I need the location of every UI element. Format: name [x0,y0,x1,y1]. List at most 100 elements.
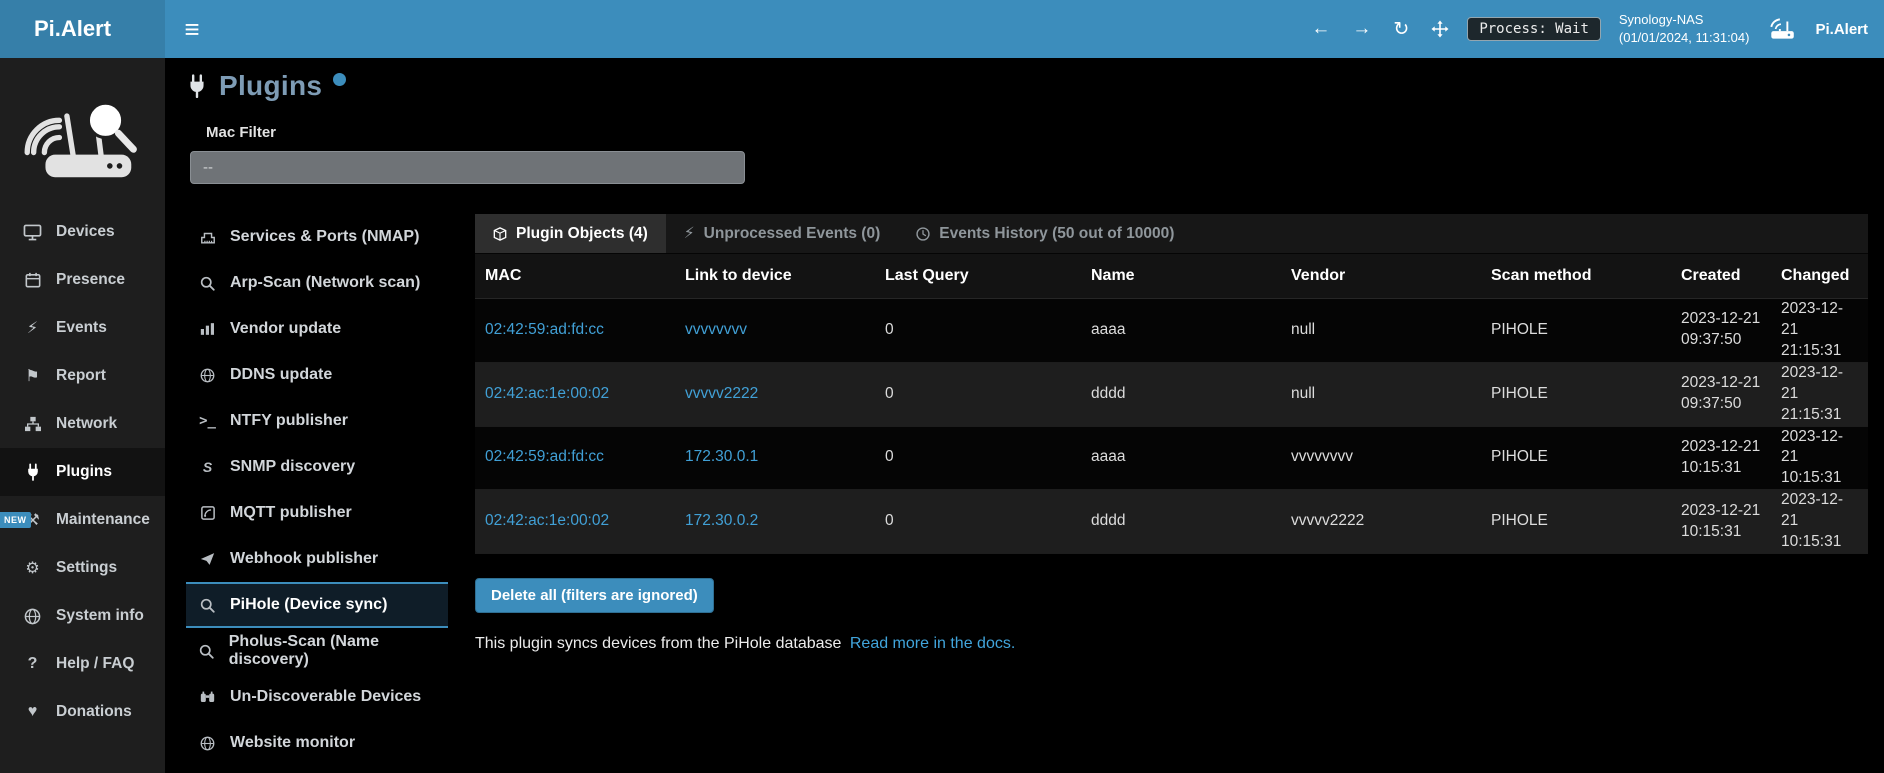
device-link[interactable]: 172.30.0.2 [685,511,758,532]
name-cell: aaaa [1081,299,1281,362]
plugin-item-label: Arp-Scan (Network scan) [230,274,420,292]
plugin-item-label: SNMP discovery [230,458,355,476]
sidebar-item-help-faq[interactable]: ? Help / FAQ [0,640,165,688]
binoculars-icon [198,691,217,703]
top-bar: Pi.Alert ≡ ← → ↻ Process: Wait Synology-… [0,0,1884,58]
mac-link[interactable]: 02:42:ac:1e:00:02 [485,511,609,532]
search-icon [198,644,216,659]
plugin-item-ntfy-publisher[interactable]: >_ NTFY publisher [186,398,448,444]
name-cell: dddd [1081,363,1281,426]
sidebar-item-label: Devices [56,223,115,241]
last-query-cell: 0 [875,299,1081,362]
plugin-item-pihole[interactable]: PiHole (Device sync) [186,582,448,628]
forward-arrow-icon[interactable]: → [1352,18,1371,40]
tab-bar: Plugin Objects (4) ⚡ Unprocessed Events … [475,214,1868,254]
scan-method-cell: PIHOLE [1481,363,1671,426]
nas-info: Synology-NAS (01/01/2024, 11:31:04) [1619,11,1750,46]
plugin-item-website-monitor[interactable]: Website monitor [186,720,448,766]
plugin-item-pholus-scan[interactable]: Pholus-Scan (Name discovery) [186,628,448,674]
plug-icon [22,463,43,481]
sidebar-item-label: Report [56,367,106,385]
plugin-item-webhook-publisher[interactable]: Webhook publisher [186,536,448,582]
last-query-cell: 0 [875,363,1081,426]
paper-plane-icon [198,552,217,566]
tab-events-history[interactable]: Events History (50 out of 10000) [898,214,1192,253]
docs-link[interactable]: Read more in the docs. [850,635,1015,652]
mac-filter-input[interactable] [190,151,745,184]
sidebar-item-system-info[interactable]: System info [0,592,165,640]
mqtt-icon [198,506,217,520]
plugin-description: This plugin syncs devices from the PiHol… [475,635,1868,653]
bar-chart-icon [198,322,217,336]
plugin-item-snmp-discovery[interactable]: S SNMP discovery [186,444,448,490]
plugin-item-mqtt-publisher[interactable]: MQTT publisher [186,490,448,536]
nav-icons: ← → ↻ [1311,18,1449,41]
plugin-item-ddns-update[interactable]: DDNS update [186,352,448,398]
device-link[interactable]: vvvvv2222 [685,384,758,405]
name-cell: dddd [1081,490,1281,553]
vendor-cell: null [1281,363,1481,426]
tab-plugin-objects[interactable]: Plugin Objects (4) [475,214,666,253]
changed-cell: 2023-12-21 21:15:31 [1771,363,1868,426]
table-body: 02:42:59:ad:fd:cc vvvvvvvv 0 aaaa null P… [475,299,1868,554]
back-arrow-icon[interactable]: ← [1311,18,1330,40]
refresh-icon[interactable]: ↻ [1393,18,1409,41]
plugin-item-undiscoverable-devices[interactable]: Un-Discoverable Devices [186,674,448,720]
plugin-item-arp-scan[interactable]: Arp-Scan (Network scan) [186,260,448,306]
device-link[interactable]: vvvvvvvv [685,320,747,341]
topbar-right: ← → ↻ Process: Wait Synology-NAS (01/01/… [1311,0,1884,58]
flag-icon: ⚑ [22,366,43,386]
sidebar-item-label: Settings [56,559,117,577]
sidebar-item-label: System info [56,607,144,625]
sidebar-item-plugins[interactable]: Plugins [0,448,165,496]
nas-name: Synology-NAS [1619,11,1750,29]
sidebar-item-label: Network [56,415,117,433]
sidebar-item-label: Plugins [56,463,112,481]
mac-link[interactable]: 02:42:59:ad:fd:cc [485,447,604,468]
gear-icon: ⚙ [22,558,43,578]
plugin-item-vendor-update[interactable]: Vendor update [186,306,448,352]
nas-time: (01/01/2024, 11:31:04) [1619,29,1750,47]
plugin-item-label: Un-Discoverable Devices [230,688,421,706]
move-icon[interactable] [1431,20,1449,38]
plug-icon [186,74,208,98]
question-icon: ? [22,655,43,673]
sidebar-item-presence[interactable]: Presence [0,256,165,304]
mac-link[interactable]: 02:42:ac:1e:00:02 [485,384,609,405]
column-header: Name [1081,254,1281,298]
plugin-detail-panel: Plugin Objects (4) ⚡ Unprocessed Events … [475,214,1884,766]
table-row: 02:42:59:ad:fd:cc 172.30.0.1 0 aaaa vvvv… [475,427,1868,491]
table-row: 02:42:ac:1e:00:02 vvvvv2222 0 dddd null … [475,363,1868,427]
hamburger-icon[interactable]: ≡ [165,0,219,58]
sidebar-item-events[interactable]: ⚡ Events [0,304,165,352]
device-link[interactable]: 172.30.0.1 [685,447,758,468]
bolt-icon: ⚡ [684,224,695,243]
mac-link[interactable]: 02:42:59:ad:fd:cc [485,320,604,341]
sidebar-item-maintenance[interactable]: NEW ⚒ Maintenance [0,496,165,544]
calendar-icon [22,272,43,288]
search-icon [198,276,217,291]
sidebar-item-report[interactable]: ⚑ Report [0,352,165,400]
cube-icon [493,227,507,241]
changed-cell: 2023-12-21 10:15:31 [1771,490,1868,553]
sidebar-item-network[interactable]: Network [0,400,165,448]
globe-icon [198,736,217,751]
tab-unprocessed-events[interactable]: ⚡ Unprocessed Events (0) [666,214,898,253]
column-header: Changed [1771,254,1868,298]
column-header: Vendor [1281,254,1481,298]
sidebar-item-label: Events [56,319,107,337]
plugin-item-label: Vendor update [230,320,341,338]
scan-method-cell: PIHOLE [1481,299,1671,362]
plugin-item-label: Services & Ports (NMAP) [230,228,419,246]
sidebar-item-devices[interactable]: Devices [0,208,165,256]
delete-all-button[interactable]: Delete all (filters are ignored) [475,578,714,613]
table-row: 02:42:ac:1e:00:02 172.30.0.2 0 dddd vvvv… [475,490,1868,554]
ethernet-icon [198,231,217,244]
sitemap-icon [22,416,43,432]
plugin-item-services-ports[interactable]: Services & Ports (NMAP) [186,214,448,260]
created-cell: 2023-12-21 09:37:50 [1671,363,1771,426]
plugin-item-label: PiHole (Device sync) [230,596,387,614]
sidebar-item-settings[interactable]: ⚙ Settings [0,544,165,592]
sidebar-item-donations[interactable]: ♥ Donations [0,688,165,736]
app-brand[interactable]: Pi.Alert [0,0,165,58]
